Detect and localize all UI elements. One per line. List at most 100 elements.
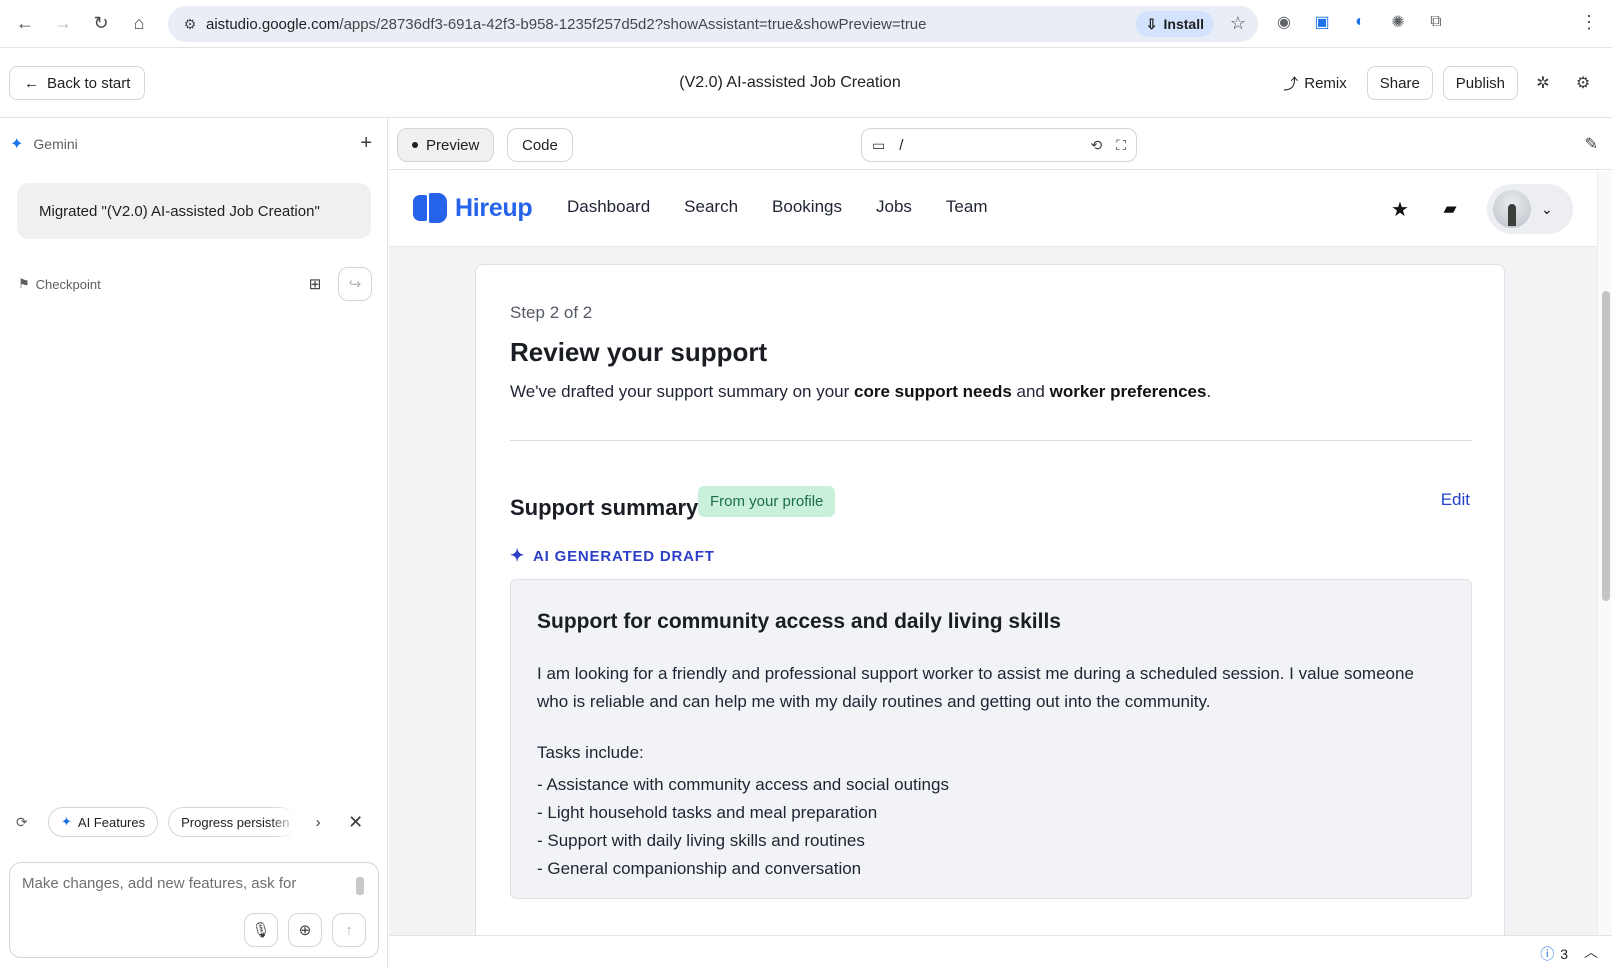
route-bar: ▭ / ⟲ ⛶ [861,128,1137,162]
site-settings-icon[interactable]: ⚙ [174,16,206,33]
nav-actions: ★ ▰ ⌄ [1387,184,1573,234]
restore-checkpoint-icon[interactable]: ↪ [338,267,372,301]
ai-generated-tag: ✦ AI GENERATED DRAFT [510,546,715,566]
divider [510,440,1472,441]
tasks-list: - Assistance with community access and s… [537,771,949,883]
core-support-needs: core support needs [854,382,1012,401]
microphone-icon[interactable]: 🎙 [244,913,278,947]
gear-extension-icon[interactable]: ✺ [1386,10,1410,34]
prompt-input[interactable] [22,875,352,892]
translate-extension-icon[interactable]: ▣ [1310,10,1334,34]
gemini-sparkle-icon: ✦ [10,135,24,153]
scrollbar-thumb[interactable] [1602,291,1610,601]
annotate-pen-icon[interactable]: ✎ [1585,134,1598,154]
chip-label: Progress persisten [181,814,290,830]
hireup-logo-mark [413,193,447,223]
browser-menu-icon[interactable]: ⋮ [1580,12,1598,33]
user-menu[interactable]: ⌄ [1487,184,1573,234]
gemini-header: ✦ Gemini + [10,132,372,155]
reload-icon[interactable]: ↻ [82,5,120,43]
back-arrow-icon[interactable]: ← [6,5,44,43]
draft-body: I am looking for a friendly and professi… [537,664,1414,711]
review-card: Step 2 of 2 Review your support We've dr… [475,264,1505,935]
remix-button[interactable]: ⤴ Remix [1273,66,1357,100]
issues-count: 3 [1560,946,1568,962]
sparkle-icon: ✦ [61,814,72,829]
bookmark-star-icon[interactable]: ☆ [1230,13,1246,34]
suggestion-chips: ⟳ ✦ AI Features Progress persisten › ✕ [16,806,376,838]
studio-header: ← Back to start (V2.0) AI-assisted Job C… [0,48,1612,118]
tasks-heading: Tasks include: [537,743,644,762]
chevron-up-icon[interactable]: ︿ [1584,942,1598,962]
edit-summary-link[interactable]: Edit [1441,490,1470,510]
url-text[interactable]: aistudio.google.com/apps/28736df3-691a-4… [206,16,1258,33]
privacy-extension-icon[interactable]: ◐ [1348,10,1372,34]
share-button[interactable]: Share [1366,66,1433,100]
chip-ai-features[interactable]: ✦ AI Features [48,807,159,837]
refresh-suggestions-icon[interactable]: ⟳ [16,814,38,831]
prompt-composer: 🎙 ⊕ ↑ [9,862,379,958]
new-chat-plus-icon[interactable]: + [360,132,372,155]
add-attachment-icon[interactable]: ⊕ [288,913,322,947]
step-indicator: Step 2 of 2 [510,303,593,322]
nav-search[interactable]: Search [684,197,738,217]
forward-arrow-icon[interactable]: → [44,5,82,43]
publish-button[interactable]: Publish [1442,66,1518,100]
issues-indicator[interactable]: ⓘ 3 [1540,944,1568,964]
ai-tag-label: AI GENERATED DRAFT [533,547,715,565]
nav-jobs[interactable]: Jobs [876,197,912,217]
camera-extension-icon[interactable]: ◉ [1272,10,1296,34]
favourites-star-icon[interactable]: ★ [1387,196,1413,222]
fullscreen-icon[interactable]: ⛶ [1116,137,1126,154]
hireup-logo[interactable]: Hireup [413,193,533,223]
chevron-down-icon: ⌄ [1541,200,1553,217]
list-item: - Assistance with community access and s… [537,775,949,794]
chevron-right-icon[interactable]: › [306,814,330,831]
code-label: Code [522,136,558,154]
remix-label: Remix [1304,74,1347,92]
list-item: - Support with daily living skills and r… [537,831,865,850]
preview-label: Preview [426,136,480,154]
nav-dashboard[interactable]: Dashboard [567,197,650,217]
close-icon[interactable]: ✕ [348,812,363,833]
puzzle-extensions-icon[interactable]: ⧉ [1424,10,1448,34]
list-item: - General companionship and conversation [537,859,862,878]
intro-text: We've drafted your support summary on yo… [510,382,1212,401]
install-app-button[interactable]: ⇩ Install [1135,11,1214,37]
preview-scrollbar[interactable] [1597,171,1612,935]
hireup-navbar: Hireup Dashboard Search Bookings Jobs Te… [389,171,1597,247]
extensions-area: ◉ ▣ ◐ ✺ ⧉ [1272,10,1448,34]
nav-team[interactable]: Team [946,197,988,217]
avatar [1493,190,1531,228]
status-bar: ⓘ 3 ︿ [389,935,1612,967]
brand-name: Hireup [455,193,533,222]
draft-summary-box: Support for community access and daily l… [510,579,1472,899]
chip-progress-persistence[interactable]: Progress persisten [168,807,297,837]
compare-diff-icon[interactable]: ⊞ [298,267,332,301]
gemini-label: Gemini [33,135,78,152]
preview-tab[interactable]: Preview [397,128,495,162]
browser-toolbar: ← → ↻ ⌂ ⚙ aistudio.google.com/apps/28736… [0,0,1612,48]
address-bar[interactable]: ⚙ aistudio.google.com/apps/28736df3-691a… [168,6,1258,42]
preview-toolbar: Preview Code ▭ / ⟲ ⛶ ✎ [389,118,1612,170]
code-tab[interactable]: Code [507,128,573,162]
checkpoint-row: ⚑ Checkpoint ⊞ ↪ [18,264,372,304]
install-icon: ⇩ [1145,15,1158,32]
messages-chat-icon[interactable]: ▰ [1437,196,1463,222]
main-nav: Dashboard Search Bookings Jobs Team [567,197,987,217]
rotate-icon[interactable]: ⟲ [1090,137,1102,154]
route-path[interactable]: / [899,137,903,154]
home-icon[interactable]: ⌂ [120,5,158,43]
ai-sparkle-icon: ✦ [510,546,526,565]
list-item: - Light household tasks and meal prepara… [537,803,878,822]
settings-gear-icon[interactable]: ⚙ [1568,66,1598,100]
install-label: Install [1163,16,1204,32]
device-toggle-icon[interactable]: ▭ [872,137,885,154]
remix-icon: ⤴ [1283,75,1299,93]
chip-label: AI Features [77,814,146,830]
send-arrow-icon[interactable]: ↑ [332,913,366,947]
prompt-scrollbar[interactable] [356,877,364,895]
assistant-panel: ✦ Gemini + Migrated "(V2.0) AI-assisted … [0,118,388,967]
bug-icon[interactable]: ✲ [1528,66,1558,100]
nav-bookings[interactable]: Bookings [772,197,842,217]
